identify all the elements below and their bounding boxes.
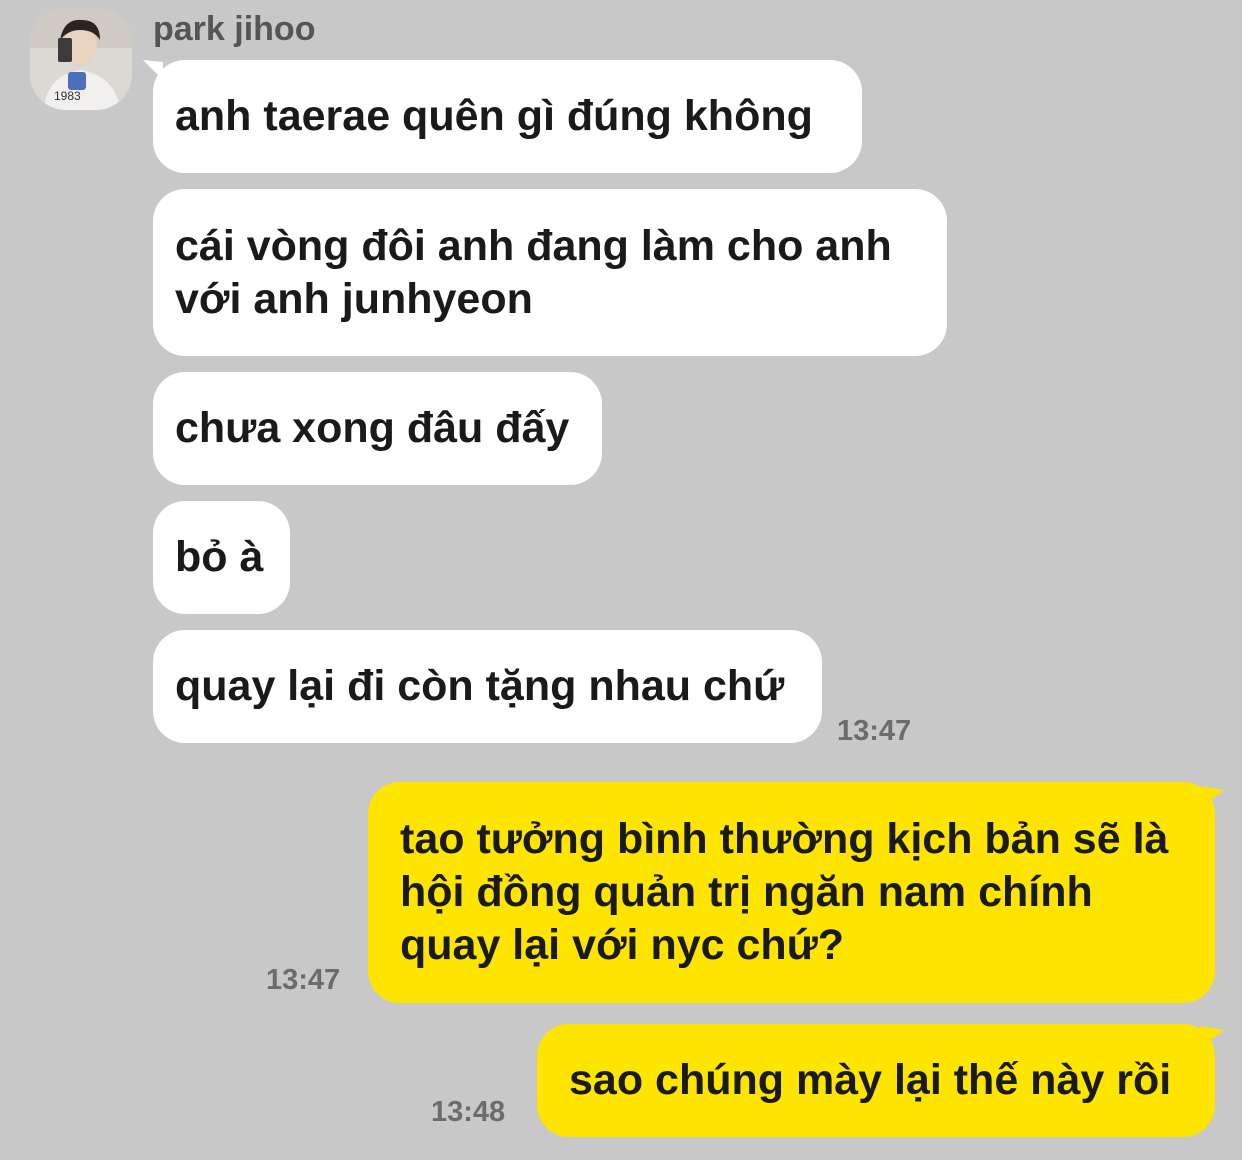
incoming-message[interactable]: quay lại đi còn tặng nhau chứ <box>153 630 822 743</box>
incoming-message[interactable]: cái vòng đôi anh đang làm cho anh với an… <box>153 189 947 356</box>
sender-name: park jihoo <box>153 10 316 48</box>
profile-photo: 1983 <box>30 8 132 110</box>
outgoing-message[interactable]: tao tưởng bình thường kịch bản sẽ là hội… <box>368 782 1215 1003</box>
outgoing-bubble-tail <box>1200 786 1224 808</box>
incoming-message[interactable]: chưa xong đâu đấy <box>153 372 602 485</box>
avatar-shirt-text: 1983 <box>54 89 81 103</box>
incoming-message[interactable]: bỏ à <box>153 501 290 614</box>
message-timestamp: 13:47 <box>266 964 341 996</box>
outgoing-message[interactable]: sao chúng mày lại thế này rồi <box>537 1024 1215 1137</box>
message-timestamp: 13:47 <box>837 715 912 747</box>
incoming-message[interactable]: anh taerae quên gì đúng không <box>153 60 862 173</box>
outgoing-bubble-tail <box>1200 1026 1224 1048</box>
avatar[interactable]: 1983 <box>30 8 132 110</box>
message-timestamp: 13:48 <box>431 1096 506 1128</box>
